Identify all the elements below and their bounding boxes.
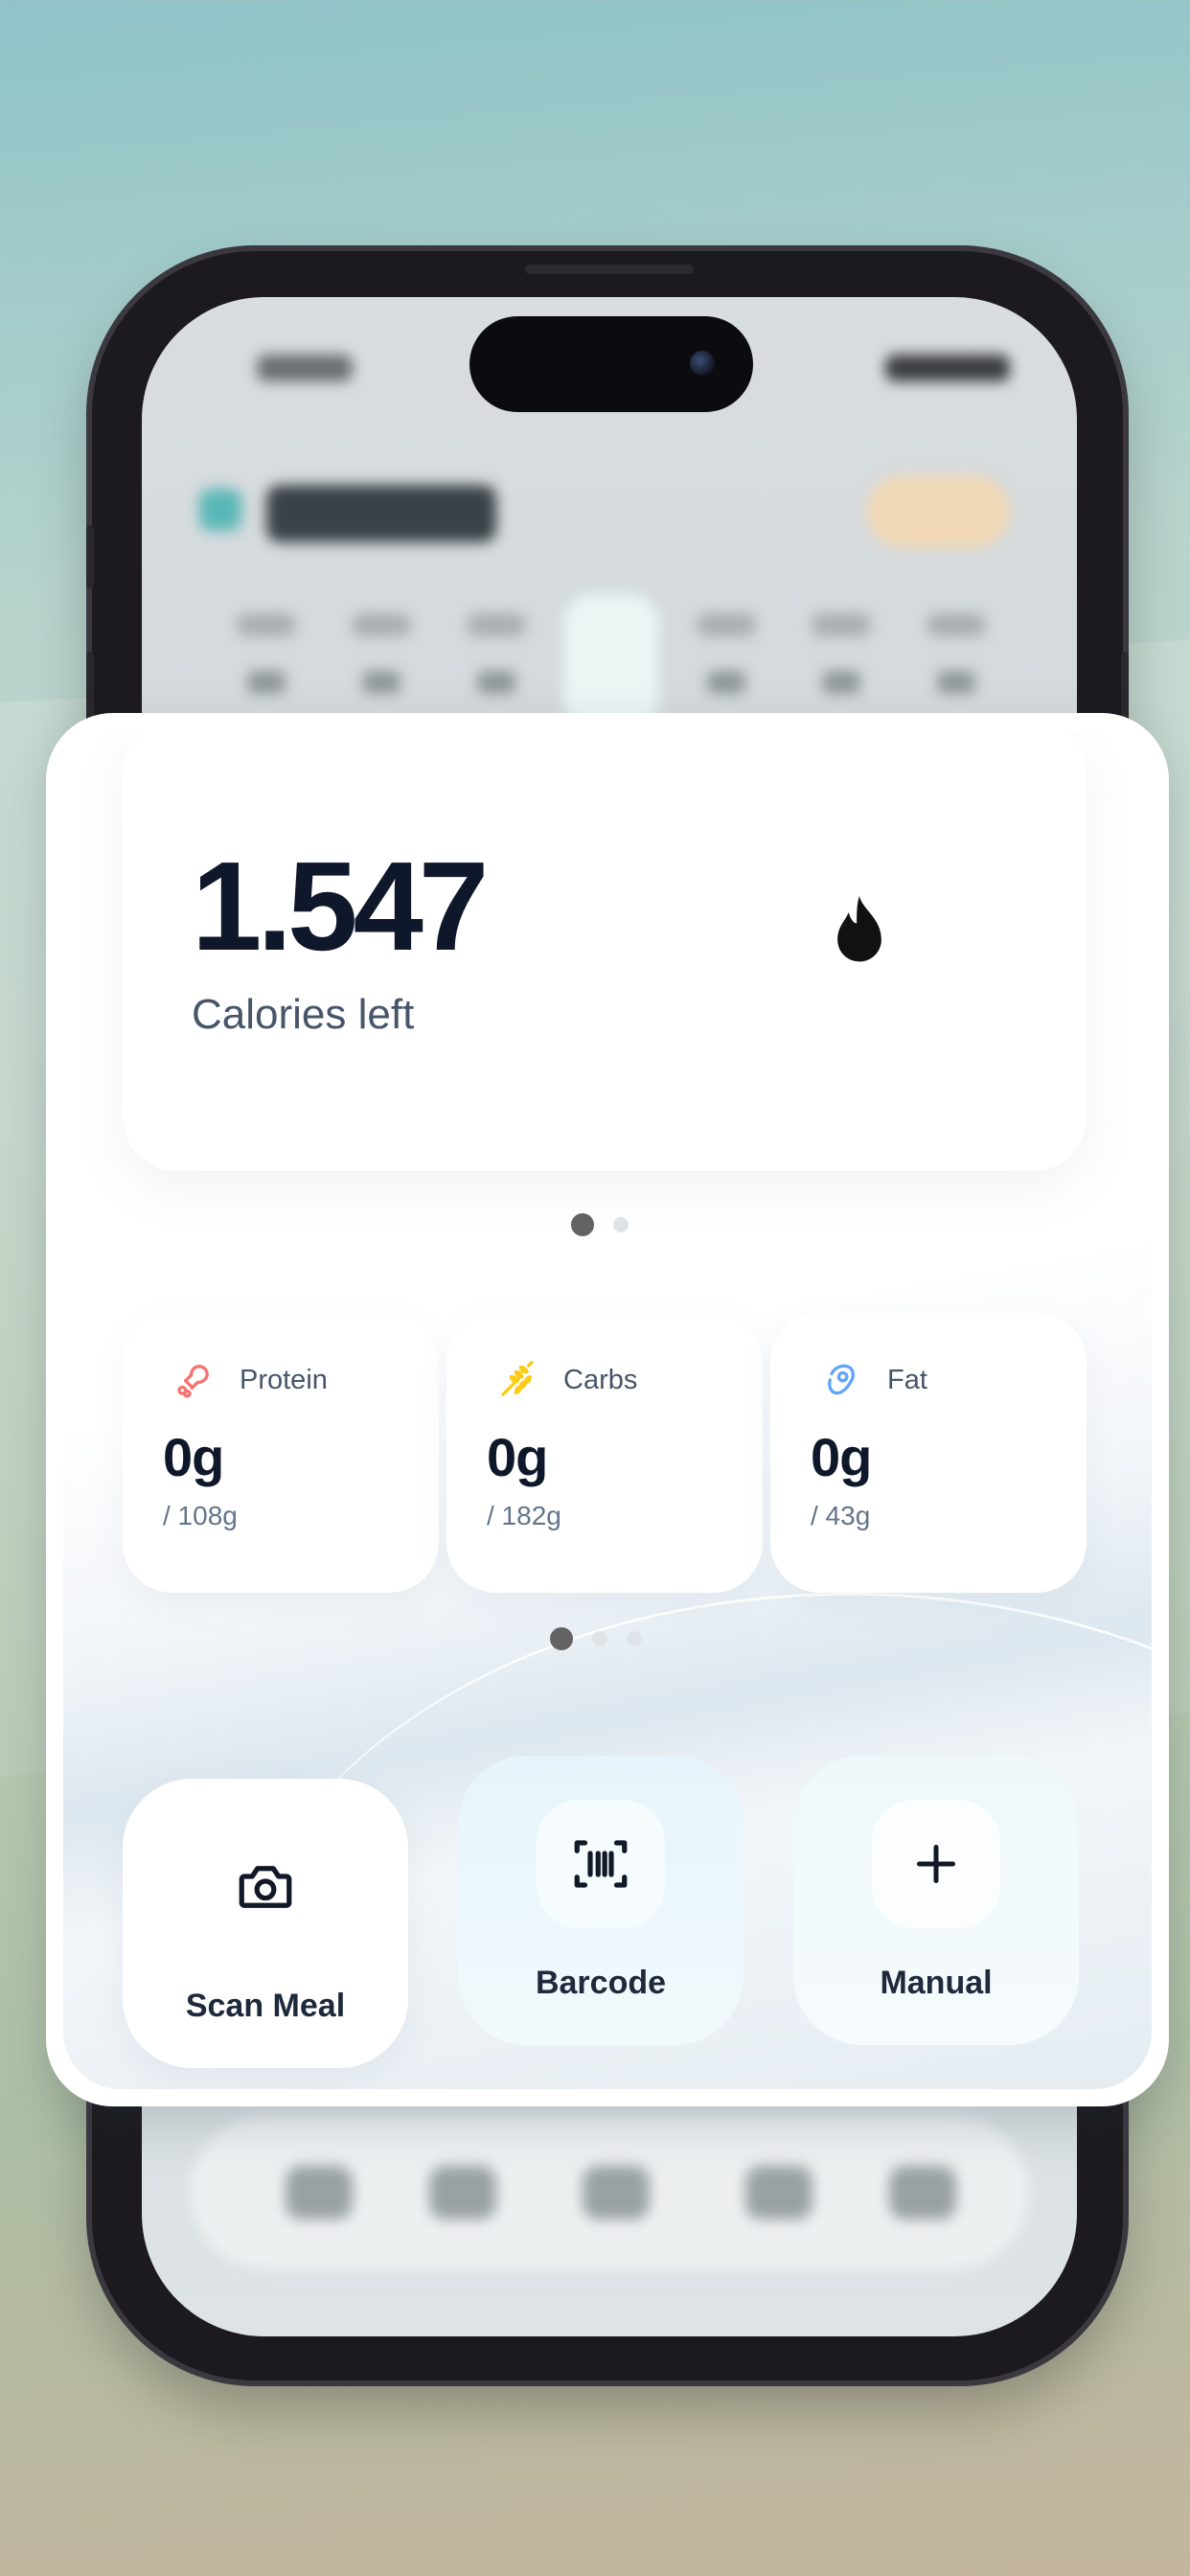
streak-badge <box>866 475 1010 548</box>
page-dot[interactable] <box>613 1217 629 1232</box>
phone-speaker <box>525 264 694 274</box>
macro-value: 0g <box>163 1427 224 1487</box>
calories-left-label: Calories left <box>192 991 415 1038</box>
barcode-scan-icon <box>574 1840 628 1888</box>
scan-meal-button[interactable]: Scan Meal <box>123 1779 408 2068</box>
scan-meal-icon-box <box>201 1823 330 1951</box>
barcode-label: Barcode <box>535 1965 667 2001</box>
barcode-button[interactable]: Barcode <box>458 1756 744 2045</box>
app-title <box>266 485 496 542</box>
macro-name: Carbs <box>563 1365 638 1395</box>
overlay-inner: 1.547 Calories left Protein 0g / 108g Ca… <box>63 730 1152 2089</box>
scan-meal-label: Scan Meal <box>185 1988 346 2024</box>
calories-card[interactable]: 1.547 Calories left <box>123 730 1087 1171</box>
page-dot-active[interactable] <box>571 1213 594 1236</box>
camera-icon <box>239 1866 292 1908</box>
droplet-icon <box>828 1364 855 1395</box>
page-dot[interactable] <box>627 1631 642 1646</box>
macro-value: 0g <box>487 1427 548 1487</box>
page-dot[interactable] <box>592 1631 607 1646</box>
front-camera <box>690 351 715 376</box>
macro-card-fat[interactable]: Fat 0g / 43g <box>770 1313 1087 1593</box>
barcode-icon-box <box>537 1800 665 1928</box>
calorie-page-indicator[interactable] <box>571 1213 629 1236</box>
app-logo <box>199 489 241 531</box>
dashboard-overlay-card: 1.547 Calories left Protein 0g / 108g Ca… <box>46 713 1169 2106</box>
phone-side-button <box>86 525 94 588</box>
macro-name: Protein <box>240 1365 328 1395</box>
macro-name: Fat <box>887 1365 927 1395</box>
manual-label: Manual <box>880 1965 993 2001</box>
manual-entry-button[interactable]: Manual <box>793 1756 1079 2045</box>
drumstick-icon <box>177 1365 209 1398</box>
dynamic-island <box>469 316 753 412</box>
macro-value: 0g <box>811 1427 872 1487</box>
status-time <box>257 355 353 381</box>
macro-goal: / 43g <box>811 1501 871 1530</box>
macro-card-protein[interactable]: Protein 0g / 108g <box>123 1313 439 1593</box>
manual-icon-box <box>872 1800 1000 1928</box>
flame-icon <box>837 895 881 962</box>
macro-goal: / 182g <box>487 1501 561 1530</box>
wheat-icon <box>501 1361 534 1396</box>
macro-card-carbs[interactable]: Carbs 0g / 182g <box>446 1313 763 1593</box>
status-icons <box>885 355 1010 381</box>
tab-bar <box>190 2116 1029 2269</box>
macro-page-indicator[interactable] <box>550 1627 642 1650</box>
macro-goal: / 108g <box>163 1501 238 1530</box>
plus-icon <box>917 1845 955 1883</box>
page-dot-active[interactable] <box>550 1627 573 1650</box>
calories-left-value: 1.547 <box>192 836 489 977</box>
